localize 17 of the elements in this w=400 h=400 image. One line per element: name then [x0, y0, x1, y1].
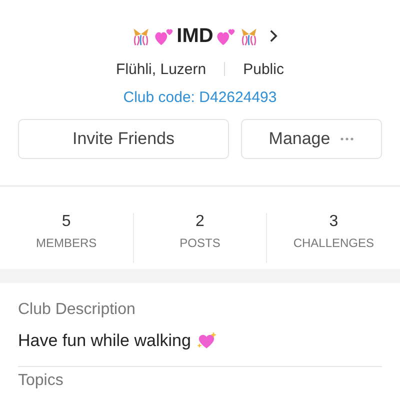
club-location: Flühli, Luzern — [116, 60, 206, 78]
stat-value: 3 — [329, 213, 338, 232]
stat-label: CHALLENGES — [293, 236, 374, 250]
invite-button[interactable]: Invite Friends — [18, 119, 229, 159]
club-description: Have fun while walking — [18, 330, 191, 350]
stat-value: 5 — [62, 213, 71, 232]
stat-label: MEMBERS — [36, 236, 97, 250]
manage-button[interactable]: Manage — [241, 119, 382, 159]
section-heading: Topics — [18, 372, 64, 391]
chevron-right-icon[interactable] — [269, 29, 278, 43]
sparkling-heart-icon — [196, 330, 217, 351]
club-name: IMD — [176, 24, 214, 48]
section-heading: Club Description — [18, 301, 136, 320]
stat-label: POSTS — [180, 236, 220, 250]
club-visibility: Public — [243, 60, 284, 78]
more-icon — [340, 137, 354, 141]
stat-value: 2 — [196, 213, 204, 232]
